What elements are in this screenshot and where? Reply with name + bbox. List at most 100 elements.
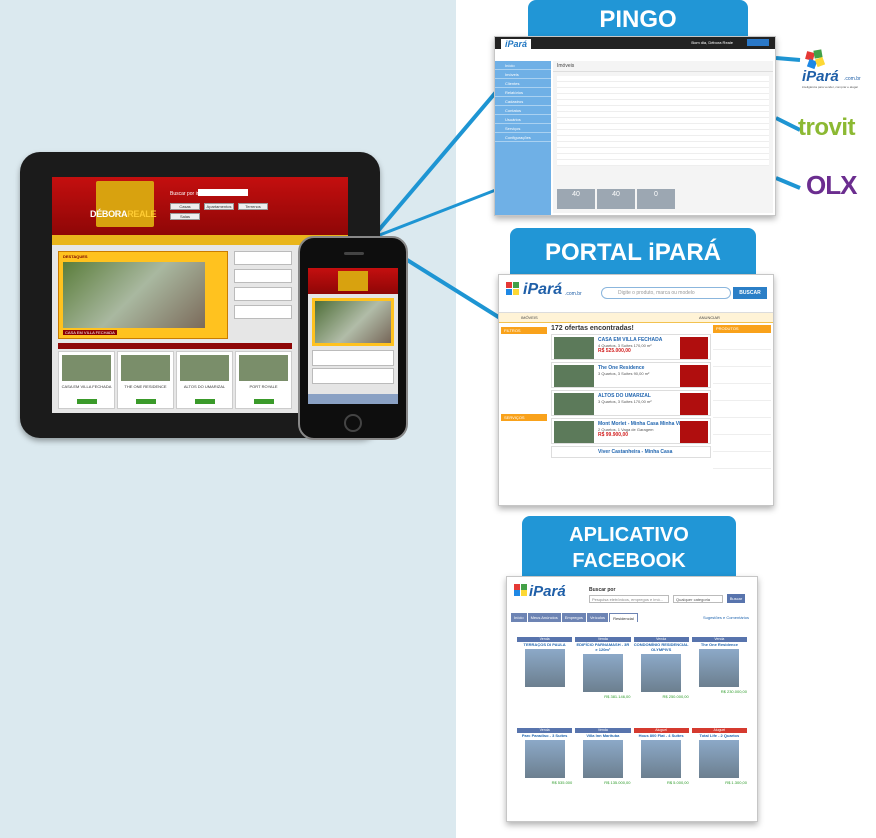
pingo-menu-item[interactable]: Contatos — [495, 106, 551, 115]
listing-image[interactable] — [699, 740, 740, 778]
product-ad[interactable] — [713, 421, 771, 435]
featured-panel: DESTAQUES CASA EM VILLA FECHADA — [58, 251, 228, 339]
details-button[interactable] — [76, 399, 97, 404]
pingo-logo[interactable]: iPará — [501, 39, 532, 49]
mobile-listing[interactable] — [312, 368, 394, 384]
listing-title[interactable]: The One Residence — [692, 642, 747, 647]
ad-banner[interactable] — [234, 251, 292, 265]
pingo-menu-item[interactable]: Cadastros — [495, 97, 551, 106]
fb-logo[interactable]: iPará — [529, 583, 566, 600]
listing-image[interactable] — [582, 740, 623, 778]
section-title-facebook-line1: APLICATIVO — [569, 524, 689, 546]
details-button[interactable] — [135, 399, 156, 404]
listing-image[interactable] — [641, 740, 682, 778]
pingo-top-button[interactable] — [747, 39, 769, 46]
listing-title[interactable]: Total Life - 2 Quartos — [692, 733, 747, 738]
mobile-featured-image[interactable] — [312, 298, 394, 346]
pingo-menu-item[interactable]: Configurações — [495, 133, 551, 142]
tab-veiculos[interactable]: Veículos — [586, 613, 609, 622]
fb-listing-card[interactable]: Venda TERRAÇOS DI PAULA — [517, 637, 573, 725]
listing-image[interactable] — [524, 649, 565, 687]
portal-logo[interactable]: iPará — [523, 281, 562, 299]
result-title[interactable]: Viver Castanheira - Minha Casa — [598, 449, 672, 455]
product-ad[interactable] — [713, 387, 771, 401]
fb-listing-card[interactable]: Aluguel Total Life - 2 Quartos R$ 1.300,00 — [691, 728, 747, 816]
filter-button-lands[interactable]: Terrenos — [238, 203, 268, 210]
pingo-menu-item[interactable]: Serviços — [495, 124, 551, 133]
filter-button-houses[interactable]: Casas — [170, 203, 200, 210]
site-logo[interactable]: DÉBORAREALE — [90, 209, 157, 219]
pingo-menu-item[interactable]: Imóveis — [495, 70, 551, 79]
fb-listing-card[interactable]: Venda Villa Inn Marituba R$ 135.000,00 — [575, 728, 631, 816]
listing-image[interactable] — [699, 649, 740, 687]
product-ad[interactable] — [713, 404, 771, 418]
listing-title[interactable]: EDIFÍCIO PARNAMASH - 3R e 120m² — [575, 642, 630, 652]
tab-empregos[interactable]: Empregos — [561, 613, 586, 622]
result-item[interactable]: Mont Morlet - Minha Casa Minha Vida 2 Qua… — [551, 418, 711, 444]
product-ad[interactable] — [713, 370, 771, 384]
featured-tab[interactable]: DESTAQUES — [63, 254, 88, 259]
featured-image[interactable] — [63, 262, 205, 328]
pingo-menu-item[interactable]: Usuários — [495, 115, 551, 124]
listing-card[interactable]: THE ONE RESIDENCE — [117, 351, 174, 409]
product-ad[interactable] — [713, 353, 771, 367]
listing-title: THE ONE RESIDENCE — [124, 384, 167, 389]
listing-image[interactable] — [582, 654, 623, 692]
ad-banner[interactable] — [234, 305, 292, 319]
result-item[interactable]: ALTOS DO UMARIZAL 3 Quartos, 3 Suítes 170… — [551, 390, 711, 416]
listing-card[interactable]: ALTOS DO UMARIZAL — [176, 351, 233, 409]
ad-banner[interactable] — [234, 269, 292, 283]
filter-button-apartments[interactable]: Apartamentos — [204, 203, 234, 210]
tab-residencial[interactable]: Residencial — [609, 613, 638, 622]
fb-listing-card[interactable]: Venda CONDOMÍNIO RESIDENCIAL OLYMPIVS R$ 2… — [633, 637, 689, 725]
fb-suggestions-link[interactable]: Sugestões e Comentários — [703, 615, 749, 620]
product-ad[interactable] — [713, 336, 771, 350]
details-button[interactable] — [194, 399, 215, 404]
olx-logo: OLX — [806, 170, 857, 201]
fb-search-button[interactable]: Buscar — [727, 594, 745, 603]
nav-imoveis[interactable]: IMÓVEIS — [521, 315, 538, 320]
result-item[interactable]: The One Residence 3 Quartos, 3 Suítes 90,… — [551, 362, 711, 388]
mobile-listing[interactable] — [312, 350, 394, 366]
product-ad[interactable] — [713, 438, 771, 452]
result-item[interactable]: CASA EM VILLA FECHADA 4 Quartos, 3 Suítes… — [551, 334, 711, 360]
fb-listing-card[interactable]: Venda Parc Paradiso - 3 Suítes R$ 535.000 — [517, 728, 573, 816]
fb-listing-card[interactable]: Aluguel Hous 800 Flat - 4 Suítes R$ 5.000,… — [633, 728, 689, 816]
results-count: 172 ofertas encontradas! — [551, 325, 634, 332]
listing-title[interactable]: TERRAÇOS DI PAULA — [517, 642, 572, 647]
ad-banner[interactable] — [234, 287, 292, 301]
filters-list[interactable] — [501, 334, 547, 414]
fb-listing-card[interactable]: Venda EDIFÍCIO PARNAMASH - 3R e 120m² R$ 3… — [575, 637, 631, 725]
tab-meus-anuncios[interactable]: Meus Anúncios — [527, 613, 561, 622]
nav-anunciar[interactable]: ANUNCIAR — [699, 315, 720, 320]
result-item[interactable]: Viver Castanheira - Minha Casa — [551, 446, 711, 458]
stat-box: 0 — [637, 189, 675, 209]
details-button[interactable] — [253, 399, 274, 404]
listing-title[interactable]: Parc Paradiso - 3 Suítes — [517, 733, 572, 738]
mobile-logo[interactable] — [338, 271, 368, 291]
portal-search-button[interactable]: BUSCAR — [733, 287, 767, 299]
table-row[interactable] — [557, 160, 769, 166]
fb-listing-card[interactable]: Venda The One Residence R$ 230.000,00 — [691, 637, 747, 725]
listing-card[interactable]: PORT ROYALE — [235, 351, 292, 409]
fb-search-input[interactable]: Pesquisa eletrônicos, empregos e imó... — [589, 595, 669, 603]
tab-inicio[interactable]: Início — [511, 613, 527, 622]
portal-search-input[interactable]: Digite o produto, marca ou modelo — [601, 287, 731, 299]
product-ad[interactable] — [713, 455, 771, 469]
section-title-portal: PORTAL iPARÁ — [510, 228, 756, 276]
listing-card[interactable]: CASA EM VILLA FECHADA — [58, 351, 115, 409]
listing-title[interactable]: Villa Inn Marituba — [575, 733, 630, 738]
result-thumb — [554, 421, 594, 443]
home-button-icon[interactable] — [344, 414, 362, 432]
listing-image[interactable] — [524, 740, 565, 778]
pingo-menu-item[interactable]: Relatórios — [495, 88, 551, 97]
filter-button-rooms[interactable]: Salas — [170, 213, 200, 220]
pingo-menu-item[interactable]: Clientes — [495, 79, 551, 88]
portal-nav: IMÓVEIS ANUNCIAR — [499, 313, 773, 323]
pingo-menu-item[interactable]: Início — [495, 61, 551, 70]
listing-title[interactable]: CONDOMÍNIO RESIDENCIAL OLYMPIVS — [634, 642, 689, 652]
listing-title[interactable]: Hous 800 Flat - 4 Suítes — [634, 733, 689, 738]
search-input[interactable] — [198, 189, 248, 196]
fb-category-select[interactable]: Qualquer categoria — [673, 595, 723, 603]
listing-image[interactable] — [641, 654, 682, 692]
